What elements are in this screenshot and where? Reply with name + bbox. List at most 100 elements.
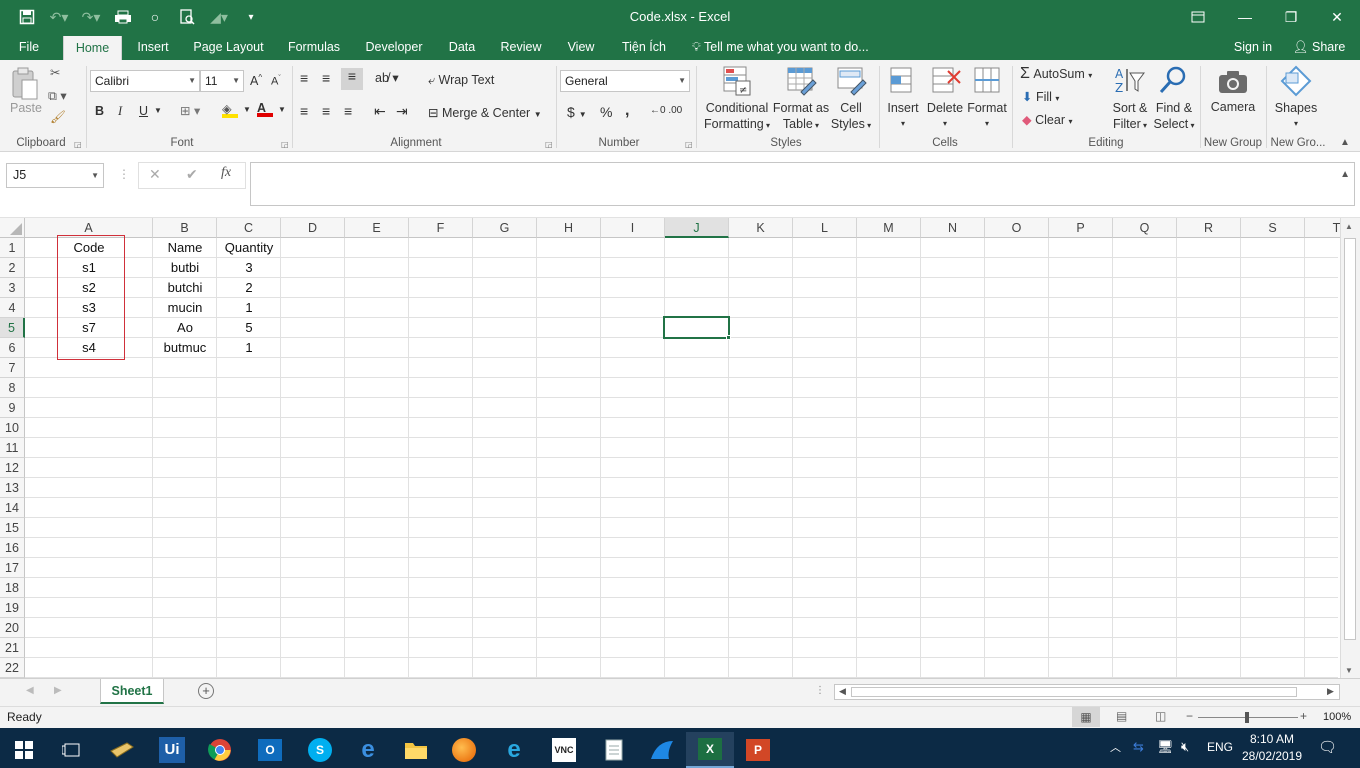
format-painter-icon[interactable]: 🖌︎	[50, 110, 66, 125]
autosum-button[interactable]: Σ AutoSum ▾	[1020, 65, 1092, 83]
delete-cells-icon[interactable]	[930, 65, 962, 100]
formula-input[interactable]: ▲	[250, 162, 1355, 206]
tab-insert[interactable]: Insert	[131, 34, 175, 60]
column-header-s[interactable]: S	[1241, 218, 1305, 238]
middle-align-icon[interactable]: ≡	[322, 70, 330, 86]
row-header-21[interactable]: 21	[0, 638, 25, 658]
cancel-icon[interactable]: ✕	[149, 166, 161, 183]
circle-shape-icon[interactable]: ○	[144, 6, 166, 28]
minimize-icon[interactable]: —	[1222, 0, 1268, 34]
alignment-launcher-icon[interactable]: ◲	[545, 140, 553, 149]
windows-start-icon[interactable]	[0, 732, 48, 768]
ribbon-display-icon[interactable]	[1175, 0, 1221, 34]
row-header-3[interactable]: 3	[0, 278, 25, 298]
cell-c5[interactable]: 5	[217, 318, 281, 338]
row-header-13[interactable]: 13	[0, 478, 25, 498]
tab-review[interactable]: Review	[496, 34, 546, 60]
edge-icon[interactable]: e	[344, 732, 392, 768]
paste-button[interactable]: Paste	[10, 101, 42, 115]
camera-button[interactable]: Camera	[1205, 100, 1261, 114]
top-align-icon[interactable]: ≡	[300, 70, 308, 86]
redo-icon[interactable]: ↷▾	[80, 6, 102, 28]
format-button[interactable]: Format ▾	[966, 100, 1008, 132]
column-header-d[interactable]: D	[281, 218, 345, 238]
notification-icon[interactable]: 🗨︎	[1318, 738, 1337, 756]
clear-button[interactable]: ◆ Clear ▾	[1022, 112, 1072, 127]
zoom-level[interactable]: 100%	[1323, 711, 1351, 723]
column-header-j[interactable]: J	[665, 218, 729, 238]
italic-button[interactable]: I	[118, 104, 122, 119]
row-header-9[interactable]: 9	[0, 398, 25, 418]
outlook-icon[interactable]: O	[246, 732, 294, 768]
restore-icon[interactable]: ❐	[1268, 0, 1314, 34]
show-hidden-icons[interactable]: ︿	[1110, 739, 1121, 755]
internet-explorer-icon[interactable]: e	[490, 732, 538, 768]
scroll-up-icon[interactable]: ▲	[1345, 222, 1353, 231]
magnifier-icon[interactable]	[1158, 65, 1188, 100]
row-header-11[interactable]: 11	[0, 438, 25, 458]
camera-icon[interactable]	[1217, 68, 1249, 99]
print-icon[interactable]	[112, 6, 134, 28]
insert-cells-icon[interactable]	[888, 65, 916, 100]
column-header-k[interactable]: K	[729, 218, 793, 238]
enter-icon[interactable]: ✔	[186, 166, 198, 183]
number-launcher-icon[interactable]: ◲	[685, 140, 693, 149]
customize-qat-icon[interactable]: ▾	[240, 6, 262, 28]
comma-button[interactable]: ,	[625, 102, 629, 120]
delete-button[interactable]: Delete ▾	[926, 100, 964, 132]
save-icon[interactable]	[16, 6, 38, 28]
row-header-8[interactable]: 8	[0, 378, 25, 398]
column-header-q[interactable]: Q	[1113, 218, 1177, 238]
collapse-ribbon-icon[interactable]: ▲	[1340, 137, 1350, 148]
insert-function-icon[interactable]: fx	[221, 165, 231, 181]
vertical-scrollbar[interactable]: ▲ ▼	[1340, 218, 1360, 678]
tell-me-box[interactable]: 💡︎ Tell me what you want to do...	[692, 34, 882, 60]
cell-b4[interactable]: mucin	[153, 298, 217, 318]
teamviewer-tray-icon[interactable]: ⇆	[1133, 739, 1144, 755]
bottom-align-icon[interactable]: ≡	[341, 68, 363, 90]
row-header-5[interactable]: 5	[0, 318, 25, 338]
conditional-formatting-button[interactable]: Conditional Formatting ▾	[704, 100, 770, 134]
decrease-indent-icon[interactable]: ⇤	[374, 103, 386, 120]
page-layout-view-icon[interactable]: ▤	[1116, 709, 1127, 723]
scroll-left-icon[interactable]: ◀	[839, 686, 846, 697]
column-header-o[interactable]: O	[985, 218, 1049, 238]
column-header-i[interactable]: I	[601, 218, 665, 238]
paste-icon[interactable]	[10, 66, 40, 105]
underline-button[interactable]: U	[139, 104, 148, 118]
fill-color-dropdown-icon[interactable]: ▼	[243, 105, 251, 114]
notepad-icon[interactable]	[590, 732, 638, 768]
notes-app-icon[interactable]	[98, 732, 146, 768]
powerpoint-icon[interactable]: P	[734, 732, 782, 768]
prev-sheet-icon[interactable]: ◀	[26, 685, 34, 696]
horizontal-scroll-thumb[interactable]	[851, 687, 1297, 697]
format-cells-icon[interactable]	[972, 65, 1002, 100]
share-button[interactable]: 👤︎ Share	[1284, 34, 1354, 60]
scroll-down-icon[interactable]: ▼	[1345, 666, 1353, 675]
increase-indent-icon[interactable]: ⇥	[396, 103, 408, 120]
borders-icon[interactable]: ⊞ ▾	[180, 103, 200, 118]
zoom-slider-thumb[interactable]	[1245, 712, 1249, 723]
zoom-in-icon[interactable]: +	[1300, 709, 1307, 723]
row-header-6[interactable]: 6	[0, 338, 25, 358]
close-icon[interactable]: ✕	[1314, 0, 1360, 34]
row-header-17[interactable]: 17	[0, 558, 25, 578]
tab-formulas[interactable]: Formulas	[283, 34, 345, 60]
align-center-icon[interactable]: ≡	[322, 103, 330, 119]
horizontal-scrollbar[interactable]: ◀ ▶	[834, 684, 1340, 700]
clock[interactable]: 8:10 AM 28/02/2019	[1238, 731, 1306, 765]
tab-data[interactable]: Data	[443, 34, 481, 60]
firefox-icon[interactable]	[440, 732, 488, 768]
currency-button[interactable]: $ ▼	[567, 104, 587, 120]
split-handle-icon[interactable]: ⋮	[815, 685, 825, 696]
format-as-table-button[interactable]: Format as Table ▾	[772, 100, 830, 134]
excel-taskbar-icon[interactable]: X	[686, 732, 734, 768]
column-header-m[interactable]: M	[857, 218, 921, 238]
row-header-4[interactable]: 4	[0, 298, 25, 318]
cut-icon[interactable]: ✂	[50, 65, 60, 80]
font-size-select[interactable]: 11 ▼	[200, 70, 244, 92]
column-header-e[interactable]: E	[345, 218, 409, 238]
vertical-scroll-thumb[interactable]	[1344, 238, 1356, 640]
conditional-formatting-icon[interactable]: ≠	[722, 65, 752, 100]
row-header-22[interactable]: 22	[0, 658, 25, 678]
